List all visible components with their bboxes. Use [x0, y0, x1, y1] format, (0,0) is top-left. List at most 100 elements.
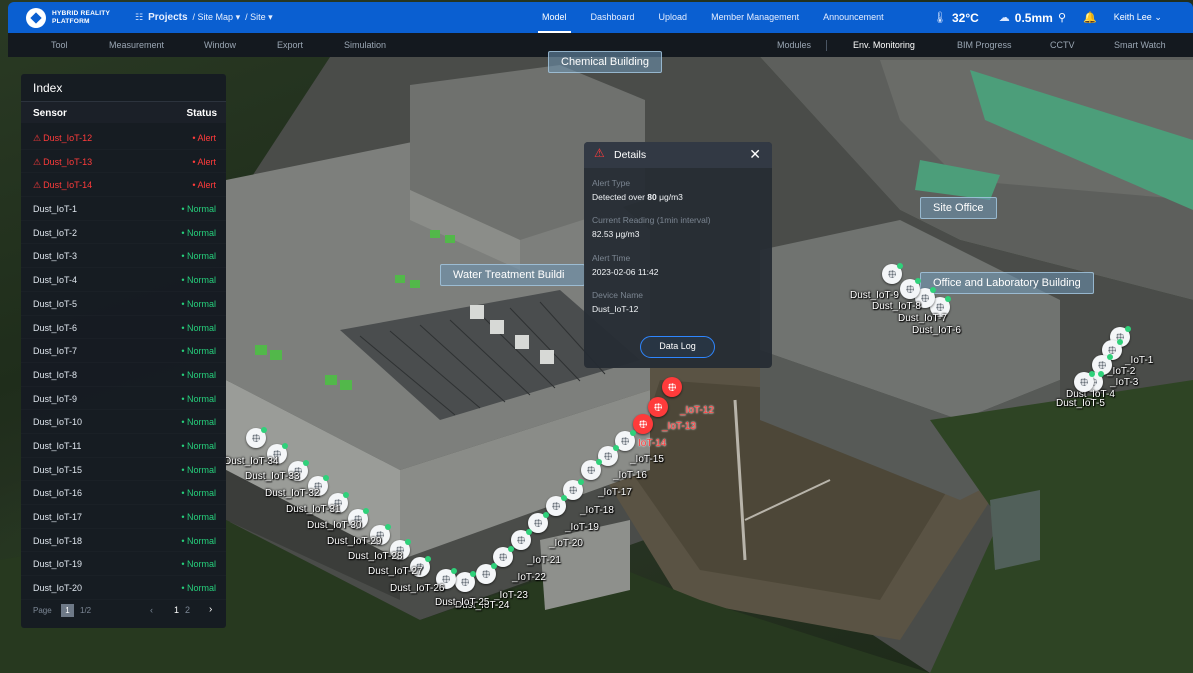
dust-sensor-marker[interactable]	[633, 414, 653, 434]
toolbar-env-monitoring[interactable]: Env. Monitoring	[853, 33, 915, 57]
alert-type-prefix: Detected over	[592, 192, 648, 202]
sensor-name: Dust_IoT-6	[33, 323, 77, 333]
nav-member-management[interactable]: Member Management	[699, 2, 811, 33]
sensor-name: Dust_IoT-2	[33, 228, 77, 238]
sensor-name-text: Dust_IoT-8	[33, 369, 78, 380]
sensor-row[interactable]: Dust_IoT-10 • Normal	[21, 410, 226, 434]
index-title: Index	[33, 81, 63, 95]
sensor-marker-label: Dust_IoT-5	[1056, 398, 1105, 409]
sensor-row[interactable]: Dust_IoT-15 • Normal	[21, 458, 226, 482]
toolbar-cctv[interactable]: CCTV	[1050, 33, 1075, 57]
sensor-row[interactable]: Dust_IoT-6 • Normal	[21, 316, 226, 340]
data-log-button[interactable]: Data Log	[640, 336, 715, 358]
breadcrumb-site-map-dropdown[interactable]: / Site Map ▾	[193, 12, 241, 23]
sensor-row[interactable]: Dust_IoT-7 • Normal	[21, 339, 226, 363]
dust-sensor-marker[interactable]	[662, 377, 682, 397]
dust-sensor-marker[interactable]	[900, 278, 921, 299]
sensor-row[interactable]: Dust_IoT-2 • Normal	[21, 221, 226, 245]
status-dot-icon	[561, 495, 567, 501]
bell-icon[interactable]: 🔔	[1083, 11, 1097, 24]
page-number-input[interactable]: 1	[61, 604, 74, 617]
dust-sensor-marker[interactable]	[648, 397, 668, 417]
sensor-status: • Normal	[181, 228, 216, 238]
dust-sensor-marker[interactable]	[882, 263, 903, 284]
sensor-row[interactable]: Dust_IoT-4 • Normal	[21, 268, 226, 292]
sensor-row[interactable]: Dust_IoT-1 • Normal	[21, 197, 226, 221]
sensor-status-text: Normal	[186, 204, 216, 215]
page-1-button[interactable]: 1	[174, 605, 179, 615]
sensor-marker-label: Dust_IoT-28	[348, 551, 403, 562]
sensor-marker-label: _IoT-17	[598, 487, 632, 498]
nav-model[interactable]: Model	[530, 2, 579, 33]
toolbar-tool[interactable]: Tool	[51, 33, 68, 57]
sensor-row[interactable]: ⚠ Dust_IoT-12 • Alert	[21, 126, 226, 150]
sensor-marker-label: IoT-14	[638, 438, 667, 449]
dust-sensor-marker[interactable]	[581, 459, 602, 480]
sensor-row[interactable]: Dust_IoT-16 • Normal	[21, 481, 226, 505]
sensor-name: Dust_IoT-10	[33, 417, 82, 427]
breadcrumb-site-dropdown[interactable]: / Site ▾	[245, 12, 273, 23]
sensor-name-text: Dust_IoT-15	[33, 464, 83, 475]
user-menu[interactable]: Keith Lee ⌄	[1114, 12, 1162, 23]
sensor-marker-label: Dust_IoT-9	[850, 290, 899, 301]
sensor-name-text: Dust_IoT-6	[33, 322, 78, 333]
sensor-row[interactable]: ⚠ Dust_IoT-14 • Alert	[21, 173, 226, 197]
sensor-row[interactable]: ⚠ Dust_IoT-13 • Alert	[21, 150, 226, 174]
sensor-marker-label: Dust_IoT-29	[327, 536, 382, 547]
sensor-marker-label: _IoT-13	[662, 421, 696, 432]
app-logo[interactable]: HYBRID REALITY PLATFORM	[26, 7, 130, 28]
sensor-status-text: Normal	[186, 417, 216, 428]
dust-sensor-marker[interactable]	[1074, 371, 1095, 392]
breadcrumb-projects[interactable]: Projects	[148, 12, 187, 23]
alert-time-field: Alert Time 2023-02-06 11:42	[592, 253, 658, 277]
sensor-name: Dust_IoT-20	[33, 583, 82, 593]
toolbar-smart-watch[interactable]: Smart Watch	[1114, 33, 1166, 57]
next-page-button[interactable]: ›	[209, 604, 212, 615]
close-icon[interactable]: ✕	[749, 146, 761, 163]
sensor-row[interactable]: Dust_IoT-5 • Normal	[21, 292, 226, 316]
sensor-marker-label: Dust_IoT-26	[390, 583, 445, 594]
sensor-name-text: Dust_IoT-9	[33, 393, 78, 404]
building-label-office-lab[interactable]: Office and Laboratory Building	[920, 272, 1094, 294]
search-icon[interactable]: ⚲	[1058, 11, 1066, 24]
building-label-water-treatment[interactable]: Water Treatment Buildi	[440, 264, 585, 286]
sensor-row[interactable]: Dust_IoT-8 • Normal	[21, 363, 226, 387]
sensor-row[interactable]: Dust_IoT-11 • Normal	[21, 434, 226, 458]
status-dot-icon	[1107, 354, 1113, 360]
status-dot-icon	[526, 529, 532, 535]
sensor-row[interactable]: Dust_IoT-3 • Normal	[21, 244, 226, 268]
warning-triangle-icon: ⚠	[594, 146, 605, 160]
sensor-row[interactable]: Dust_IoT-19 • Normal	[21, 552, 226, 576]
sensor-row[interactable]: Dust_IoT-17 • Normal	[21, 505, 226, 529]
dust-sensor-marker[interactable]	[511, 529, 532, 550]
toolbar-measurement[interactable]: Measurement	[109, 33, 164, 57]
dust-sensor-marker[interactable]	[546, 495, 567, 516]
toolbar-bim-progress[interactable]: BIM Progress	[957, 33, 1012, 57]
dust-sensor-marker[interactable]	[476, 563, 497, 584]
sensor-name-text: Dust_IoT-10	[33, 417, 83, 428]
sensor-row[interactable]: Dust_IoT-9 • Normal	[21, 387, 226, 411]
page-2-button[interactable]: 2	[185, 605, 190, 615]
dust-sensor-marker[interactable]	[246, 427, 267, 448]
main-nav: Model Dashboard Upload Member Management…	[530, 2, 896, 33]
toolbar-window[interactable]: Window	[204, 33, 236, 57]
diamond-logo-icon	[26, 7, 46, 28]
toolbar-simulation[interactable]: Simulation	[344, 33, 386, 57]
sensor-status: • Normal	[181, 275, 216, 285]
sensor-status-text: Normal	[186, 251, 216, 262]
nav-upload[interactable]: Upload	[647, 2, 700, 33]
prev-page-button[interactable]: ‹	[150, 605, 153, 615]
sensor-marker-label: _IoT-19	[565, 522, 599, 533]
sensor-marker-label: _IoT-16	[613, 470, 647, 481]
weather-widget: 🌡 32°C ☁ 0.5mm	[933, 2, 1053, 33]
sensor-row[interactable]: Dust_IoT-20 • Normal	[21, 576, 226, 600]
building-label-site-office[interactable]: Site Office	[920, 197, 997, 219]
nav-dashboard[interactable]: Dashboard	[579, 2, 647, 33]
dust-sensor-marker[interactable]	[455, 571, 476, 592]
nav-announcement[interactable]: Announcement	[811, 2, 896, 33]
building-label-chemical[interactable]: Chemical Building	[548, 51, 663, 73]
toolbar-export[interactable]: Export	[277, 33, 303, 57]
sensor-status: • Normal	[181, 536, 216, 546]
sensor-row[interactable]: Dust_IoT-18 • Normal	[21, 529, 226, 553]
toolbar-modules[interactable]: Modules	[777, 33, 811, 57]
